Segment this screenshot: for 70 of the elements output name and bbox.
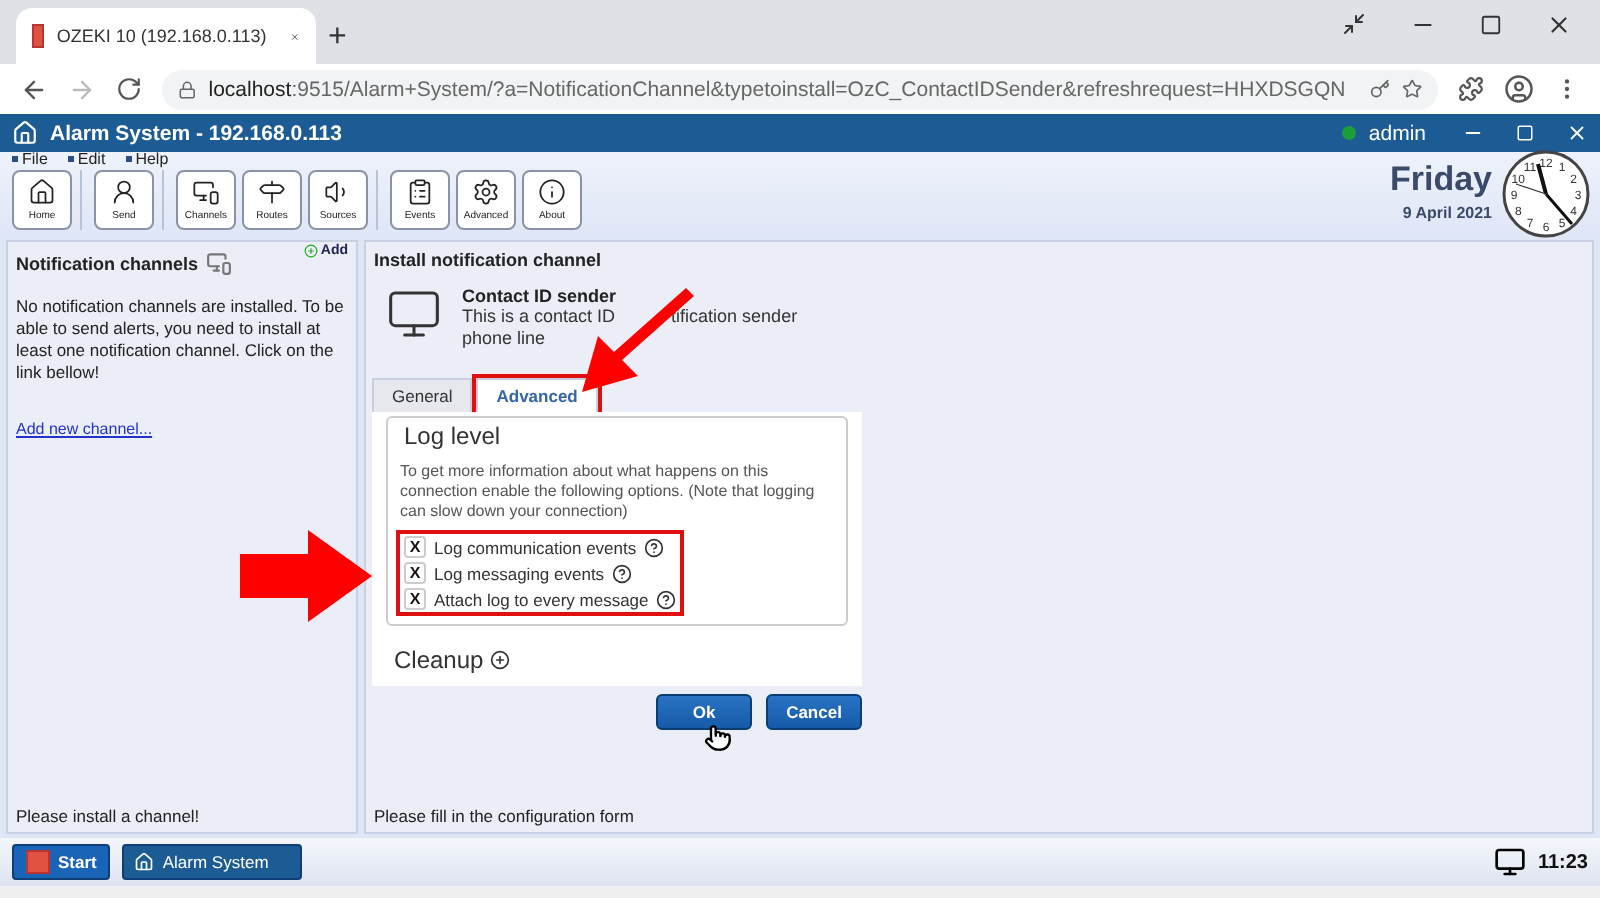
close-icon[interactable]	[1546, 11, 1572, 37]
status-text: Please install a channel!	[14, 804, 202, 830]
description-text: tification sender	[671, 306, 798, 328]
plus-icon	[304, 244, 319, 258]
description-text: phone line	[462, 328, 546, 350]
clipboard-icon	[406, 178, 434, 206]
computer-icon	[386, 286, 442, 342]
cursor-icon	[704, 724, 732, 752]
add-channel-link[interactable]: Add new channel...	[16, 420, 348, 438]
app-title: Alarm System - 192.168.0.113	[50, 121, 342, 145]
app-icon	[12, 120, 38, 146]
devices-icon	[192, 178, 220, 206]
note-text: To get more information about what happens on this connection enable the following options. (Note that logging can slow down your connection)	[400, 462, 817, 522]
option-label: Attach log to every message	[434, 589, 649, 609]
dialog-button[interactable]: Ok	[656, 694, 752, 730]
checkbox[interactable]: X	[404, 588, 426, 610]
channel-name: Contact ID sender	[462, 286, 619, 306]
favicon-icon	[32, 24, 45, 48]
star-icon[interactable]	[1401, 78, 1423, 100]
clock-time: 11:23	[1537, 851, 1588, 873]
home-icon	[28, 178, 56, 206]
house-icon	[134, 852, 155, 872]
option-label: Log communication events	[434, 537, 637, 557]
menu-item[interactable]: Help	[125, 152, 169, 168]
menu-item[interactable]: Edit	[67, 152, 106, 168]
start-button[interactable]: Start	[12, 844, 111, 880]
reload-icon[interactable]	[116, 76, 142, 102]
bullet-icon	[12, 156, 18, 163]
dialog-button[interactable]: Cancel	[766, 694, 862, 730]
tab[interactable]: Advanced	[476, 378, 598, 412]
bullet-icon	[67, 156, 74, 163]
tab[interactable]: General	[372, 378, 473, 412]
panel-title: Install notification channel	[374, 250, 602, 270]
browser-tab[interactable]: OZEKI 10 (192.168.0.113)	[16, 8, 316, 64]
channels-icon	[206, 250, 233, 276]
annotation-arrow	[240, 530, 372, 622]
info-text: No notification channels are installed. To be able to send alerts, you need to install at least one notification channel. Click on the link bellow!	[14, 294, 346, 386]
checkbox[interactable]: X	[404, 536, 426, 558]
option-label: Log messaging events	[434, 563, 605, 583]
new-tab-button[interactable]: +	[328, 20, 347, 64]
help-icon[interactable]	[612, 563, 633, 583]
info-icon	[538, 178, 566, 206]
taskbar-item[interactable]: Alarm System	[122, 844, 303, 880]
monitor-icon[interactable]	[1493, 846, 1526, 878]
weekday: Friday	[1389, 160, 1492, 200]
bullet-icon	[125, 156, 132, 163]
tab-title: OZEKI 10 (192.168.0.113)	[56, 26, 267, 46]
help-icon[interactable]	[656, 589, 677, 609]
grid-icon	[26, 850, 50, 874]
menu-item[interactable]: File	[12, 152, 48, 168]
back-icon[interactable]	[20, 75, 48, 103]
close-icon[interactable]	[1566, 122, 1588, 144]
key-icon[interactable]	[1369, 78, 1390, 100]
expand-icon[interactable]	[489, 650, 510, 670]
status-text: Please fill in the configuration form	[372, 804, 636, 830]
extensions-icon[interactable]	[1458, 76, 1484, 102]
address-field[interactable]: localhost:9515/Alarm+System/?a=NotificationChannel&typetoinstall=OzC_ContactIDSender&refreshrequest=HHXDSGQN	[162, 69, 1438, 109]
signpost-icon	[258, 178, 286, 206]
date: 9 April 2021	[1402, 204, 1492, 222]
checkbox[interactable]: X	[404, 562, 426, 584]
person-icon	[110, 178, 138, 206]
section-title: Log level	[400, 422, 505, 450]
help-icon[interactable]	[644, 537, 665, 557]
lock-icon	[178, 79, 197, 99]
panel-title: Notification channels	[16, 253, 199, 273]
description-text: This is a contact ID	[462, 306, 616, 328]
gear-icon	[472, 178, 500, 206]
maximize-icon[interactable]	[1480, 13, 1502, 35]
section-title: Cleanup	[394, 646, 484, 674]
user-name: admin	[1368, 121, 1426, 145]
